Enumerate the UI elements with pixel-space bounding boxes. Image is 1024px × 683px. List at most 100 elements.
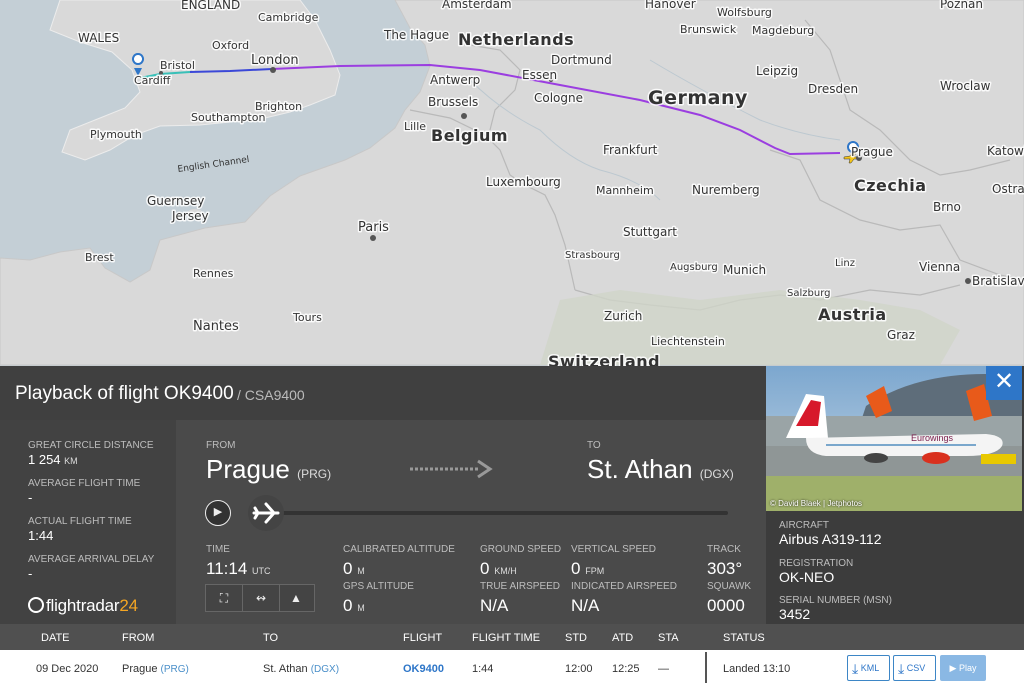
gcd-value: 1 254 KM <box>28 452 78 467</box>
map-label-city: Paris <box>358 220 389 235</box>
panel-callsign: / CSA9400 <box>237 387 305 403</box>
track-value: 303° <box>707 559 743 578</box>
map-label-city: Rennes <box>193 267 234 280</box>
livery-text: Eurowings <box>911 433 954 443</box>
gs-label: GROUND SPEED <box>480 544 562 555</box>
col-to[interactable]: TO <box>263 632 278 644</box>
col-flight-time[interactable]: FLIGHT TIME <box>472 632 540 644</box>
row-status: Landed 13:10 <box>723 663 791 675</box>
map-label-city: Amsterdam <box>442 0 512 11</box>
map-label-city: Antwerp <box>430 73 480 87</box>
map-label-city: Liechtenstein <box>651 335 725 348</box>
col-flight[interactable]: FLIGHT <box>403 632 442 644</box>
map-label-city: Magdeburg <box>752 24 814 37</box>
gs-value: 0 KM/H <box>480 559 517 578</box>
gcd-label: GREAT CIRCLE DISTANCE <box>28 440 154 451</box>
act-value: 1:44 <box>28 528 54 543</box>
map-label-city: Stuttgart <box>623 225 677 239</box>
map-label-city: Wolfsburg <box>717 6 772 19</box>
panel-header: Playback of flight OK9400 / CSA9400 <box>0 366 766 420</box>
col-date[interactable]: DATE <box>41 632 70 644</box>
to-city: St. Athan (DGX) <box>587 454 734 484</box>
play-button[interactable]: ▶ <box>205 500 231 526</box>
flightradar-logo[interactable]: flightradar24 <box>28 596 138 616</box>
map-label-city: Poznan <box>940 0 983 11</box>
map-label-city: Cologne <box>534 91 583 105</box>
map-label-city: Hanover <box>645 0 696 11</box>
map-label-city: Dresden <box>808 82 858 96</box>
playback-slider[interactable] <box>266 511 728 515</box>
row-to: St. Athan (DGX) <box>263 663 340 675</box>
map-label-city: Vienna <box>919 260 960 274</box>
map-label-city: Leipzig <box>756 64 798 78</box>
route-view-icon[interactable]: ↭ <box>242 585 280 611</box>
map-label-country: Czechia <box>854 176 927 195</box>
map-label-city: London <box>251 53 299 68</box>
col-atd[interactable]: ATD <box>612 632 633 644</box>
col-status[interactable]: STATUS <box>723 632 765 644</box>
time-label: TIME <box>206 544 230 555</box>
download-icon: ⤓ <box>852 660 859 677</box>
map-label-city: Southampton <box>191 111 265 124</box>
squawk-label: SQUAWK <box>707 581 752 592</box>
row-date: 09 Dec 2020 <box>36 663 99 675</box>
cockpit-view-icon[interactable]: ⛶ <box>206 585 242 611</box>
route-arrow-icon <box>410 459 493 479</box>
plane-slider-handle-icon[interactable] <box>246 494 286 532</box>
map-label-city: Bratislav <box>972 274 1024 288</box>
track-label: TRACK <box>707 544 741 555</box>
map-label-city: Brno <box>933 200 961 214</box>
map-label-city: Zurich <box>604 309 642 323</box>
col-std[interactable]: STD <box>565 632 587 644</box>
map-label-city: The Hague <box>383 28 449 42</box>
map-label-city: Essen <box>522 68 557 82</box>
row-flight-time: 1:44 <box>472 663 494 675</box>
map-label-city: Munich <box>723 263 766 277</box>
row-from: Prague (PRG) <box>122 663 189 675</box>
col-from[interactable]: FROM <box>122 632 154 644</box>
map-label-city: Graz <box>887 328 915 342</box>
map-label-wales: WALES <box>78 31 119 45</box>
aft-label: AVERAGE FLIGHT TIME <box>28 478 141 489</box>
map-label-city: Katowi <box>987 144 1024 158</box>
cal-alt-label: CALIBRATED ALTITUDE <box>343 544 455 555</box>
map-label-city: Salzburg <box>787 288 830 299</box>
row-flight-link[interactable]: OK9400 <box>403 663 444 675</box>
map-label-city: Ostra <box>992 182 1024 196</box>
photo-credit[interactable]: © David Blaek | Jetphotos <box>770 499 862 508</box>
map-label-city: Plymouth <box>90 128 142 141</box>
registration-value: OK-NEO <box>779 569 835 585</box>
map-label-island: Jersey <box>171 209 209 223</box>
map-label-country: Belgium <box>431 126 508 145</box>
to-label: TO <box>587 440 601 451</box>
from-city: Prague (PRG) <box>206 454 332 484</box>
tas-value: N/A <box>480 596 509 615</box>
graph-view-icon[interactable]: ▲ <box>278 585 314 611</box>
gps-alt-label: GPS ALTITUDE <box>343 581 414 592</box>
map-label-city: Cambridge <box>258 11 319 24</box>
csv-download-button[interactable]: ⤓ CSV <box>893 655 936 681</box>
row-std: 12:00 <box>565 663 593 675</box>
col-sta[interactable]: STA <box>658 632 679 644</box>
view-tools: ⛶ ↭ ▲ <box>205 584 315 612</box>
registration-label: REGISTRATION <box>779 558 854 569</box>
from-label: FROM <box>206 440 236 451</box>
row-sta: — <box>658 663 669 675</box>
kml-download-button[interactable]: ⤓ KML <box>847 655 890 681</box>
vs-label: VERTICAL SPEED <box>571 544 657 555</box>
map-label-city: Augsburg <box>670 262 718 273</box>
close-icon[interactable]: ✕ <box>986 366 1022 400</box>
map-label-city: Brussels <box>428 95 478 109</box>
vs-value: 0 FPM <box>571 559 605 578</box>
aircraft-value: Airbus A319-112 <box>779 531 882 547</box>
logo-icon <box>28 597 44 613</box>
map-label-city: Dortmund <box>551 53 612 67</box>
row-play-button[interactable]: ▶ Play <box>940 655 986 681</box>
ias-value: N/A <box>571 596 600 615</box>
download-icon: ⤓ <box>898 660 905 677</box>
map-label-city: Prague <box>851 145 893 159</box>
status-divider <box>705 652 707 683</box>
map-label-city: Tours <box>292 311 322 324</box>
map-label-city: Mannheim <box>596 184 654 197</box>
aircraft-photo[interactable]: Eurowings <box>766 366 1022 511</box>
